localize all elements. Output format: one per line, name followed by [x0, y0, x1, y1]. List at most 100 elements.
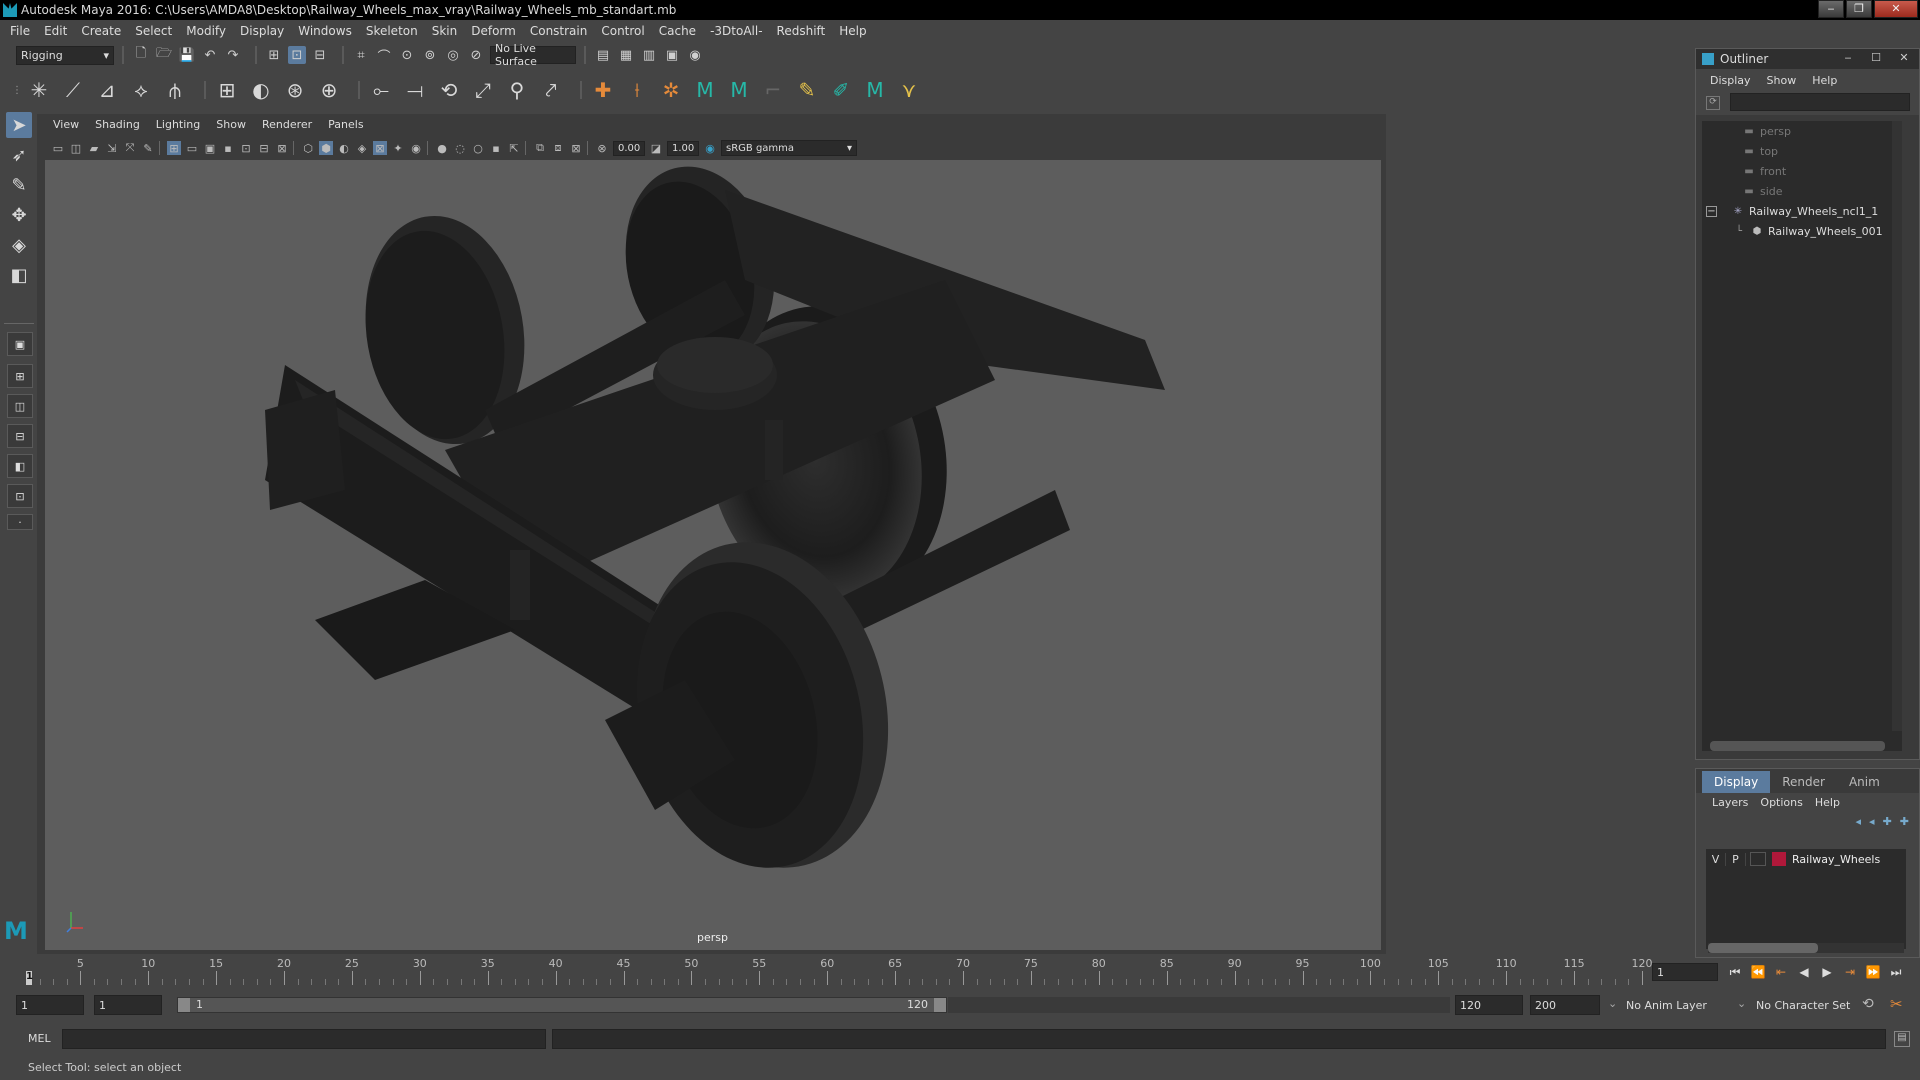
menu-file[interactable]: File [10, 24, 30, 38]
panel-menu-show[interactable]: Show [216, 118, 246, 134]
outliner-menu-help[interactable]: Help [1812, 74, 1837, 87]
hik-character-icon[interactable]: M [692, 77, 718, 103]
ambient-occlusion-icon[interactable]: ◉ [409, 141, 423, 155]
outliner-menu-display[interactable]: Display [1710, 74, 1751, 87]
menu-redshift[interactable]: Redshift [777, 24, 826, 38]
move-layer-down-icon[interactable]: ◂ [1869, 815, 1875, 828]
gamma-field[interactable]: 1.00 [667, 140, 699, 156]
image-plane-icon[interactable]: ⇲ [105, 141, 119, 155]
ipr-render-icon[interactable]: ▥ [640, 46, 658, 64]
orient-constraint-icon[interactable]: ⟲ [436, 77, 462, 103]
wireframe-icon[interactable]: ⬡ [301, 141, 315, 155]
open-scene-icon[interactable]: 🗁 [155, 46, 173, 64]
grease-pencil-icon[interactable]: ✎ [141, 141, 155, 155]
maximize-button[interactable]: ❐ [1846, 0, 1872, 18]
menuset-dropdown[interactable]: Rigging ▾ [16, 45, 114, 65]
snap-grid-icon[interactable]: ⌗ [352, 46, 370, 64]
mirror-joint-icon[interactable]: ⫛ [162, 77, 188, 103]
tab-display[interactable]: Display [1702, 771, 1771, 793]
outliner-horizontal-scrollbar[interactable] [1710, 741, 1885, 751]
joint-tool-icon[interactable]: ✳ [26, 77, 52, 103]
side-by-side-layout-icon[interactable]: ◫ [7, 394, 33, 418]
wrap-deformer-icon[interactable]: ◐ [248, 77, 274, 103]
end-time-field[interactable]: 200 [1530, 995, 1600, 1015]
panel-menu-lighting[interactable]: Lighting [156, 118, 200, 134]
panel-menu-panels[interactable]: Panels [328, 118, 363, 134]
layer-menu-help[interactable]: Help [1815, 796, 1840, 809]
menu-modify[interactable]: Modify [186, 24, 226, 38]
ik-handle-icon[interactable]: ⟋ [60, 77, 86, 103]
auto-key-icon[interactable]: ⟲ [1862, 996, 1874, 1012]
hik-control-icon[interactable]: M [726, 77, 752, 103]
menu-skin[interactable]: Skin [432, 24, 458, 38]
minimize-button[interactable]: ‒ [1839, 51, 1857, 65]
snap-live-icon[interactable]: ⊘ [467, 46, 485, 64]
menu-display[interactable]: Display [240, 24, 284, 38]
panel-menu-shading[interactable]: Shading [95, 118, 140, 134]
filter-toggle-icon[interactable]: ⟳ [1706, 96, 1720, 110]
cluster-icon[interactable]: ⊛ [282, 77, 308, 103]
bookmark-icon[interactable]: ▰ [87, 141, 101, 155]
pole-vector-icon[interactable]: ⤤ [538, 77, 564, 103]
go-to-start-icon[interactable]: ⏮ [1726, 963, 1744, 981]
command-language-toggle[interactable]: MEL [28, 1032, 51, 1045]
snap-surface-icon[interactable]: ◎ [444, 46, 462, 64]
time-slider[interactable]: 5 10 15 20 25 30 35 40 45 50 55 60 65 70 75 80 85 90 95 100… [24, 955, 1664, 985]
grid-icon[interactable]: ⊞ [167, 141, 181, 155]
new-scene-icon[interactable]: 🗋 [132, 46, 150, 64]
maximize-button[interactable]: ☐ [1867, 51, 1885, 65]
close-button[interactable]: ✕ [1874, 0, 1918, 18]
select-object-icon[interactable]: ⊡ [288, 46, 306, 64]
scale-constraint-icon[interactable]: ⤢ [470, 77, 496, 103]
live-surface-field[interactable]: No Live Surface [490, 42, 576, 68]
point-constraint-icon[interactable]: ⟜ [368, 77, 394, 103]
playback-toggle[interactable]: P [1726, 852, 1746, 866]
menu-edit[interactable]: Edit [44, 24, 67, 38]
gate-mask-icon[interactable]: ▪ [221, 141, 235, 155]
select-tool-icon[interactable]: ➤ [6, 112, 32, 138]
layer-menu-layers[interactable]: Layers [1712, 796, 1748, 809]
safe-action-icon[interactable]: ⊟ [257, 141, 271, 155]
close-button[interactable]: ✕ [1895, 51, 1913, 65]
save-scene-icon[interactable]: 💾 [178, 46, 196, 64]
command-input[interactable] [62, 1029, 546, 1049]
color-management-icon[interactable]: ◉ [703, 141, 717, 155]
outliner-vertical-scrollbar[interactable] [1892, 121, 1902, 731]
move-tool-icon[interactable]: ✥ [6, 202, 32, 228]
shadows-icon[interactable]: ✦ [391, 141, 405, 155]
step-forward-frame-icon[interactable]: ⇥ [1841, 963, 1859, 981]
select-hierarchy-icon[interactable]: ⊞ [265, 46, 283, 64]
field-chart-icon[interactable]: ⊡ [239, 141, 253, 155]
locator-icon[interactable]: ✚ [590, 77, 616, 103]
tree-item-front[interactable]: ▬ front [1742, 163, 1786, 179]
depth-of-field-icon[interactable]: ○ [471, 141, 485, 155]
tree-item-persp[interactable]: ▬ persp [1742, 123, 1791, 139]
camera-select-icon[interactable]: ▭ [51, 141, 65, 155]
anti-aliasing-icon[interactable]: ◌ [453, 141, 467, 155]
component-editor-icon[interactable]: ✐ [828, 77, 854, 103]
range-end-handle[interactable] [934, 998, 946, 1012]
render-region-icon[interactable]: ▤ [594, 46, 612, 64]
chevron-down-icon[interactable]: ⌄ [1608, 997, 1617, 1010]
xray-icon[interactable]: ⇱ [507, 141, 521, 155]
layer-row[interactable]: V P Railway_Wheels [1706, 849, 1906, 869]
four-pane-layout-icon[interactable]: ⊞ [7, 364, 33, 388]
minimize-button[interactable]: ‒ [1818, 0, 1844, 18]
range-slider[interactable]: 1 120 [177, 997, 947, 1013]
paint-select-tool-icon[interactable]: ✎ [6, 172, 32, 198]
wireframe-on-shaded-icon[interactable]: ◐ [337, 141, 351, 155]
render-settings-icon[interactable]: ▣ [663, 46, 681, 64]
snap-view-icon[interactable]: ⊚ [421, 46, 439, 64]
start-time-field[interactable]: 1 [16, 995, 84, 1015]
layer-menu-options[interactable]: Options [1760, 796, 1802, 809]
backface-icon[interactable]: ⊠ [569, 141, 583, 155]
menu-control[interactable]: Control [601, 24, 644, 38]
tree-item-top[interactable]: ▬ top [1742, 143, 1778, 159]
outliner-menu-show[interactable]: Show [1767, 74, 1797, 87]
isolate-select-icon[interactable]: ▪ [489, 141, 503, 155]
playback-end-field[interactable]: 120 [1455, 995, 1523, 1015]
menu-3dtoall[interactable]: -3DtoAll- [710, 24, 762, 38]
tree-item-group[interactable]: − ✳ Railway_Wheels_ncl1_1 [1706, 203, 1878, 219]
menu-constrain[interactable]: Constrain [530, 24, 588, 38]
humanik-icon[interactable]: M [862, 77, 888, 103]
